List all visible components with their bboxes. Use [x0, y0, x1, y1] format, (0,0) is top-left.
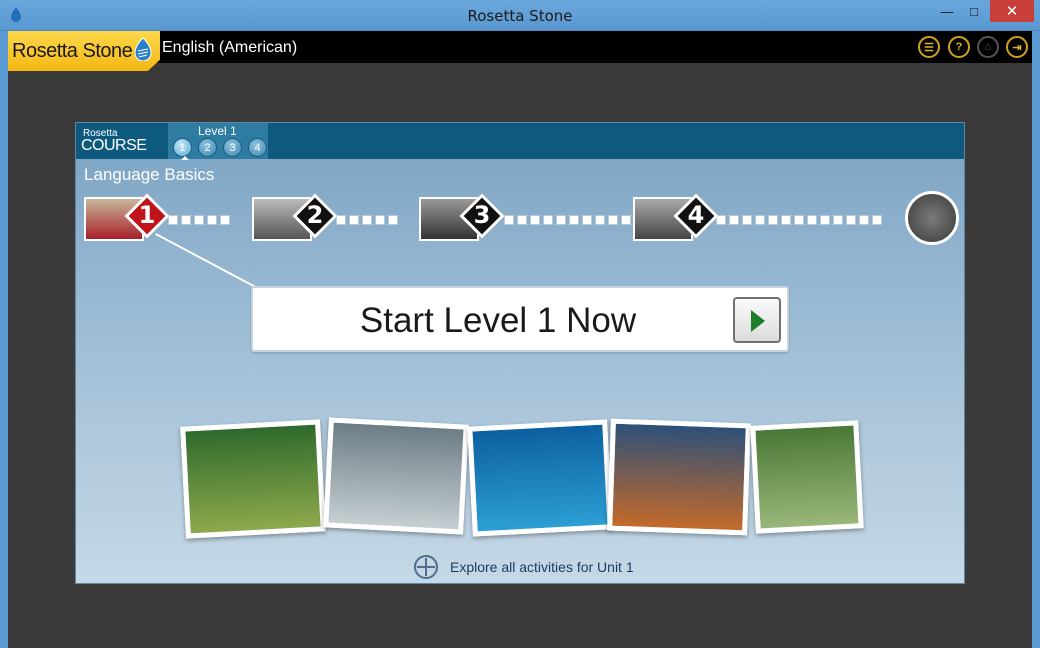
tab-level-1[interactable]: Level 1 1 2 3 4 [168, 123, 268, 160]
path-step [207, 215, 217, 225]
path-step [556, 215, 566, 225]
level-dot-1[interactable]: 1 [173, 138, 192, 157]
path-step [504, 215, 514, 225]
home-icon[interactable]: ⌂ [977, 36, 999, 58]
path-step [375, 215, 385, 225]
menu-icon[interactable]: ☰ [918, 36, 940, 58]
path-step [569, 215, 579, 225]
path-step [543, 215, 553, 225]
play-icon[interactable] [733, 297, 781, 343]
unit-3-number: 3 [473, 201, 491, 229]
unit-4-number: 4 [687, 201, 705, 229]
photo-child-on-grass [180, 419, 326, 539]
explore-label: Explore all activities for Unit 1 [450, 559, 634, 575]
level-dot-3[interactable]: 3 [223, 138, 242, 157]
path-step [388, 215, 398, 225]
path-step [768, 215, 778, 225]
course-panel: Rosetta COURSE Level 1 1 2 3 4 Language … [75, 122, 965, 584]
level-label: Level 1 [198, 124, 237, 138]
window-title: Rosetta Stone [467, 7, 573, 25]
level-dot-4[interactable]: 4 [248, 138, 267, 157]
explore-activities-link[interactable]: Explore all activities for Unit 1 [414, 555, 634, 579]
unit-1-number: 1 [138, 201, 156, 229]
window-border-right [1032, 31, 1040, 648]
logo-mark-icon [134, 37, 152, 61]
path-step [742, 215, 752, 225]
rosetta-stone-logo: Rosetta Stone [8, 31, 160, 71]
logo-text: Rosetta Stone [12, 40, 133, 62]
path-step [181, 215, 191, 225]
path-step [336, 215, 346, 225]
photo-people-reading [323, 417, 469, 535]
unit-2-number: 2 [306, 201, 324, 229]
path-step [362, 215, 372, 225]
path-track-2 [336, 215, 398, 225]
path-step [621, 215, 631, 225]
path-step [755, 215, 765, 225]
path-track-4 [716, 215, 882, 225]
exit-icon[interactable]: ⇥ [1006, 36, 1028, 58]
path-step [530, 215, 540, 225]
path-step [859, 215, 869, 225]
active-level-caret [181, 156, 189, 160]
course-logo: Rosetta COURSE [76, 123, 166, 159]
start-level-label: Start Level 1 Now [359, 301, 637, 340]
path-step [781, 215, 791, 225]
photo-group-friends [607, 418, 751, 536]
level-dot-2[interactable]: 2 [198, 138, 217, 157]
path-step [729, 215, 739, 225]
path-step [168, 215, 178, 225]
window-border-left [0, 31, 8, 648]
path-step [820, 215, 830, 225]
maximize-icon[interactable]: □ [959, 0, 989, 22]
section-title: Language Basics [84, 165, 215, 184]
app-header: Rosetta Stone English (American) ☰ ? ⌂ ⇥ [8, 31, 1032, 71]
path-step [349, 215, 359, 225]
level-milestone-thumbnail[interactable] [905, 191, 959, 245]
close-icon[interactable]: ✕ [990, 0, 1034, 22]
unit-1-connector [155, 233, 258, 289]
start-level-button[interactable]: Start Level 1 Now [251, 286, 789, 352]
photo-cup-outdoors [750, 420, 864, 534]
path-step [582, 215, 592, 225]
path-step [833, 215, 843, 225]
photo-diver-fish [467, 419, 613, 537]
path-step [872, 215, 882, 225]
course-header: Rosetta COURSE Level 1 1 2 3 4 [76, 123, 964, 160]
course-brand-big: COURSE [81, 137, 147, 154]
path-step [846, 215, 856, 225]
path-step [595, 215, 605, 225]
path-step [194, 215, 204, 225]
path-step [807, 215, 817, 225]
help-icon[interactable]: ? [948, 36, 970, 58]
path-step [608, 215, 618, 225]
compass-icon [414, 555, 438, 579]
window-titlebar: Rosetta Stone — □ ✕ [0, 0, 1040, 31]
language-label: English (American) [162, 39, 298, 56]
path-step [517, 215, 527, 225]
path-step [794, 215, 804, 225]
path-track-1 [168, 215, 230, 225]
path-step [220, 215, 230, 225]
path-track-3 [504, 215, 631, 225]
